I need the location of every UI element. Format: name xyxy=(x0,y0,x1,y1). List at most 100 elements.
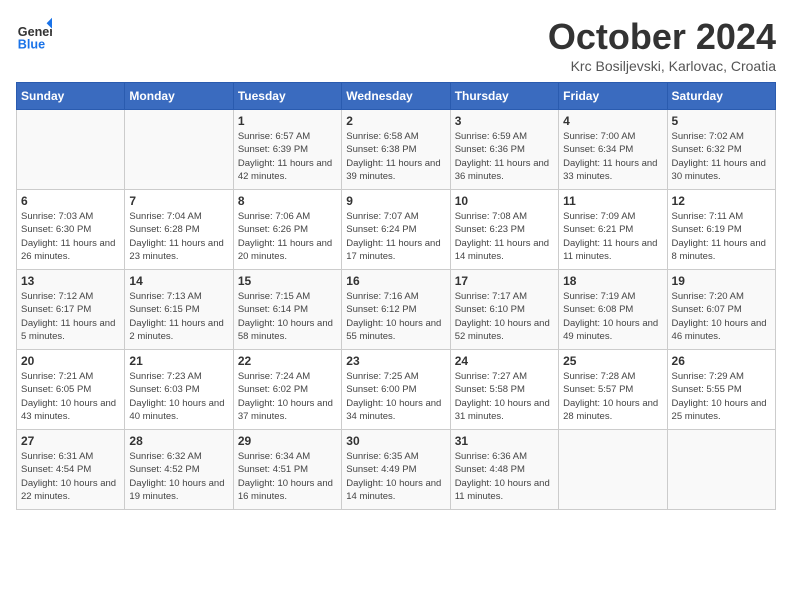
day-info: Sunrise: 7:08 AM Sunset: 6:23 PM Dayligh… xyxy=(455,210,554,263)
table-row xyxy=(17,110,125,190)
table-row: 8Sunrise: 7:06 AM Sunset: 6:26 PM Daylig… xyxy=(233,190,341,270)
day-number: 15 xyxy=(238,274,337,288)
day-number: 23 xyxy=(346,354,445,368)
col-friday: Friday xyxy=(559,83,667,110)
day-number: 22 xyxy=(238,354,337,368)
day-number: 31 xyxy=(455,434,554,448)
day-number: 1 xyxy=(238,114,337,128)
day-info: Sunrise: 6:59 AM Sunset: 6:36 PM Dayligh… xyxy=(455,130,554,183)
table-row: 15Sunrise: 7:15 AM Sunset: 6:14 PM Dayli… xyxy=(233,270,341,350)
title-area: October 2024 Krc Bosiljevski, Karlovac, … xyxy=(548,16,776,74)
day-number: 18 xyxy=(563,274,662,288)
col-thursday: Thursday xyxy=(450,83,558,110)
table-row xyxy=(667,430,775,510)
calendar-table: Sunday Monday Tuesday Wednesday Thursday… xyxy=(16,82,776,510)
table-row: 2Sunrise: 6:58 AM Sunset: 6:38 PM Daylig… xyxy=(342,110,450,190)
day-number: 26 xyxy=(672,354,771,368)
svg-text:Blue: Blue xyxy=(18,37,45,51)
calendar-week-row: 1 Sunrise: 6:57 AM Sunset: 6:39 PM Daylig… xyxy=(17,110,776,190)
day-info: Sunrise: 7:23 AM Sunset: 6:03 PM Dayligh… xyxy=(129,370,228,423)
logo: General Blue xyxy=(16,16,52,52)
day-number: 19 xyxy=(672,274,771,288)
day-info: Sunrise: 6:34 AM Sunset: 4:51 PM Dayligh… xyxy=(238,450,337,503)
calendar-week-row: 27 Sunrise: 6:31 AM Sunset: 4:54 PM Dayli… xyxy=(17,430,776,510)
table-row: 12Sunrise: 7:11 AM Sunset: 6:19 PM Dayli… xyxy=(667,190,775,270)
day-info: Sunrise: 7:00 AM Sunset: 6:34 PM Dayligh… xyxy=(563,130,662,183)
day-info: Sunrise: 6:35 AM Sunset: 4:49 PM Dayligh… xyxy=(346,450,445,503)
day-info: Sunrise: 7:21 AM Sunset: 6:05 PM Dayligh… xyxy=(21,370,120,423)
calendar-week-row: 20Sunrise: 7:21 AM Sunset: 6:05 PM Dayli… xyxy=(17,350,776,430)
day-number: 8 xyxy=(238,194,337,208)
logo-icon: General Blue xyxy=(16,16,52,52)
table-row: 31 Sunrise: 6:36 AM Sunset: 4:48 PM Dayli… xyxy=(450,430,558,510)
day-number: 13 xyxy=(21,274,120,288)
day-info: Sunrise: 7:04 AM Sunset: 6:28 PM Dayligh… xyxy=(129,210,228,263)
table-row: 25 Sunrise: 7:28 AM Sunset: 5:57 PM Dayli… xyxy=(559,350,667,430)
day-info: Sunrise: 6:58 AM Sunset: 6:38 PM Dayligh… xyxy=(346,130,445,183)
col-monday: Monday xyxy=(125,83,233,110)
day-info: Sunrise: 7:29 AM Sunset: 5:55 PM Dayligh… xyxy=(672,370,771,423)
col-saturday: Saturday xyxy=(667,83,775,110)
day-info: Sunrise: 7:07 AM Sunset: 6:24 PM Dayligh… xyxy=(346,210,445,263)
table-row: 24 Sunrise: 7:27 AM Sunset: 5:58 PM Dayli… xyxy=(450,350,558,430)
table-row: 7 Sunrise: 7:04 AM Sunset: 6:28 PM Daylig… xyxy=(125,190,233,270)
day-info: Sunrise: 7:27 AM Sunset: 5:58 PM Dayligh… xyxy=(455,370,554,423)
day-number: 16 xyxy=(346,274,445,288)
day-info: Sunrise: 6:57 AM Sunset: 6:39 PM Dayligh… xyxy=(238,130,337,183)
day-info: Sunrise: 6:36 AM Sunset: 4:48 PM Dayligh… xyxy=(455,450,554,503)
day-number: 4 xyxy=(563,114,662,128)
day-number: 10 xyxy=(455,194,554,208)
table-row: 26 Sunrise: 7:29 AM Sunset: 5:55 PM Dayli… xyxy=(667,350,775,430)
calendar-header-row: Sunday Monday Tuesday Wednesday Thursday… xyxy=(17,83,776,110)
table-row: 17 Sunrise: 7:17 AM Sunset: 6:10 PM Dayli… xyxy=(450,270,558,350)
day-info: Sunrise: 7:17 AM Sunset: 6:10 PM Dayligh… xyxy=(455,290,554,343)
table-row: 6 Sunrise: 7:03 AM Sunset: 6:30 PM Daylig… xyxy=(17,190,125,270)
day-info: Sunrise: 6:32 AM Sunset: 4:52 PM Dayligh… xyxy=(129,450,228,503)
day-info: Sunrise: 7:11 AM Sunset: 6:19 PM Dayligh… xyxy=(672,210,771,263)
day-info: Sunrise: 7:03 AM Sunset: 6:30 PM Dayligh… xyxy=(21,210,120,263)
table-row: 5Sunrise: 7:02 AM Sunset: 6:32 PM Daylig… xyxy=(667,110,775,190)
table-row: 9 Sunrise: 7:07 AM Sunset: 6:24 PM Daylig… xyxy=(342,190,450,270)
table-row: 4 Sunrise: 7:00 AM Sunset: 6:34 PM Daylig… xyxy=(559,110,667,190)
table-row: 13 Sunrise: 7:12 AM Sunset: 6:17 PM Dayli… xyxy=(17,270,125,350)
table-row xyxy=(125,110,233,190)
table-row: 3 Sunrise: 6:59 AM Sunset: 6:36 PM Daylig… xyxy=(450,110,558,190)
day-info: Sunrise: 7:20 AM Sunset: 6:07 PM Dayligh… xyxy=(672,290,771,343)
page-header: General Blue October 2024 Krc Bosiljevsk… xyxy=(16,16,776,74)
table-row: 11Sunrise: 7:09 AM Sunset: 6:21 PM Dayli… xyxy=(559,190,667,270)
day-number: 3 xyxy=(455,114,554,128)
table-row: 20Sunrise: 7:21 AM Sunset: 6:05 PM Dayli… xyxy=(17,350,125,430)
col-sunday: Sunday xyxy=(17,83,125,110)
day-number: 7 xyxy=(129,194,228,208)
day-number: 21 xyxy=(129,354,228,368)
day-info: Sunrise: 7:25 AM Sunset: 6:00 PM Dayligh… xyxy=(346,370,445,423)
day-number: 28 xyxy=(129,434,228,448)
table-row: 14 Sunrise: 7:13 AM Sunset: 6:15 PM Dayli… xyxy=(125,270,233,350)
day-number: 6 xyxy=(21,194,120,208)
calendar-week-row: 13 Sunrise: 7:12 AM Sunset: 6:17 PM Dayli… xyxy=(17,270,776,350)
month-title: October 2024 xyxy=(548,16,776,58)
day-number: 9 xyxy=(346,194,445,208)
table-row: 18 Sunrise: 7:19 AM Sunset: 6:08 PM Dayli… xyxy=(559,270,667,350)
day-number: 25 xyxy=(563,354,662,368)
day-number: 27 xyxy=(21,434,120,448)
table-row: 30Sunrise: 6:35 AM Sunset: 4:49 PM Dayli… xyxy=(342,430,450,510)
table-row: 16 Sunrise: 7:16 AM Sunset: 6:12 PM Dayli… xyxy=(342,270,450,350)
col-wednesday: Wednesday xyxy=(342,83,450,110)
day-info: Sunrise: 7:28 AM Sunset: 5:57 PM Dayligh… xyxy=(563,370,662,423)
day-number: 17 xyxy=(455,274,554,288)
table-row xyxy=(559,430,667,510)
day-number: 24 xyxy=(455,354,554,368)
day-info: Sunrise: 7:24 AM Sunset: 6:02 PM Dayligh… xyxy=(238,370,337,423)
day-number: 14 xyxy=(129,274,228,288)
day-number: 29 xyxy=(238,434,337,448)
day-info: Sunrise: 7:13 AM Sunset: 6:15 PM Dayligh… xyxy=(129,290,228,343)
day-info: Sunrise: 7:02 AM Sunset: 6:32 PM Dayligh… xyxy=(672,130,771,183)
table-row: 21 Sunrise: 7:23 AM Sunset: 6:03 PM Dayli… xyxy=(125,350,233,430)
day-info: Sunrise: 7:12 AM Sunset: 6:17 PM Dayligh… xyxy=(21,290,120,343)
day-info: Sunrise: 6:31 AM Sunset: 4:54 PM Dayligh… xyxy=(21,450,120,503)
location-subtitle: Krc Bosiljevski, Karlovac, Croatia xyxy=(548,58,776,74)
day-info: Sunrise: 7:19 AM Sunset: 6:08 PM Dayligh… xyxy=(563,290,662,343)
day-info: Sunrise: 7:16 AM Sunset: 6:12 PM Dayligh… xyxy=(346,290,445,343)
table-row: 10 Sunrise: 7:08 AM Sunset: 6:23 PM Dayli… xyxy=(450,190,558,270)
